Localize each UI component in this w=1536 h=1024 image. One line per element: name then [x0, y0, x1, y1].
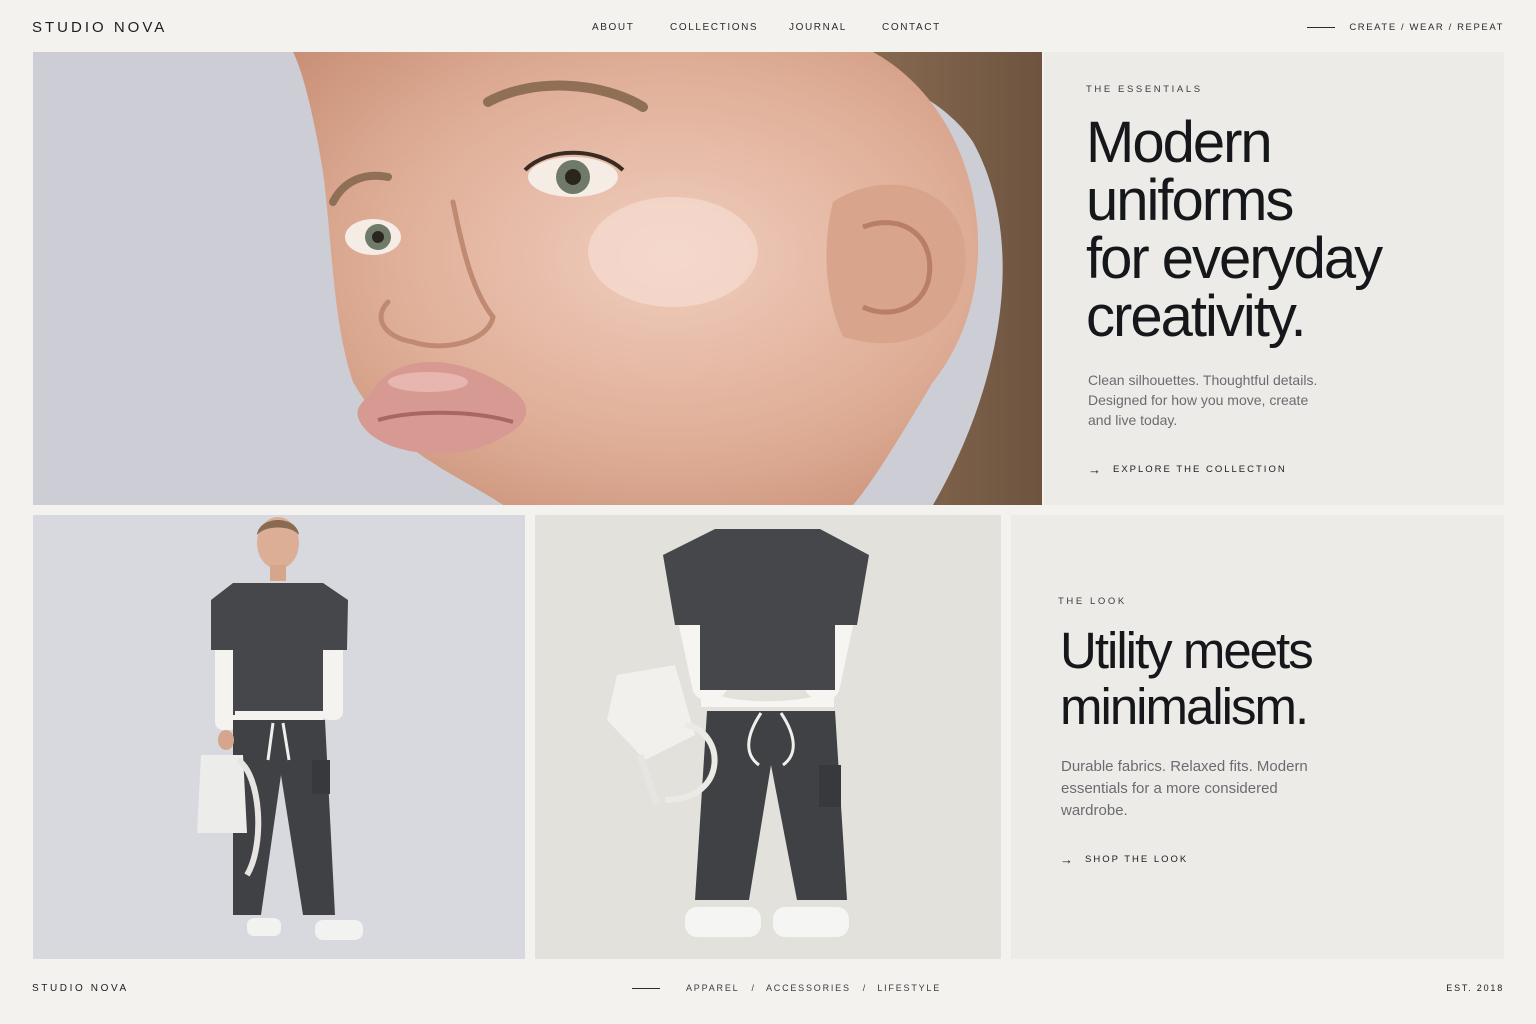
hero-headline-line: for everyday	[1086, 226, 1383, 291]
look-body-line: Durable fabrics. Relaxed fits. Modern	[1061, 758, 1308, 775]
hero-headline-line: uniforms	[1086, 168, 1294, 233]
footer-link-accessories[interactable]: ACCESSORIES	[766, 983, 851, 993]
shop-the-look-link[interactable]: → SHOP THE LOOK	[1060, 853, 1188, 866]
look-eyebrow: THE LOOK	[1058, 596, 1127, 607]
hero-eyebrow: THE ESSENTIALS	[1086, 84, 1203, 95]
nav-collections[interactable]: COLLECTIONS	[670, 22, 758, 33]
model-illustration	[33, 515, 525, 959]
portrait-illustration	[33, 52, 1042, 505]
flat-lay-illustration	[535, 515, 1001, 959]
look-body: Durable fabrics. Relaxed fits. Modern es…	[1061, 756, 1308, 822]
look-headline-line: minimalism.	[1060, 678, 1309, 735]
nav-about[interactable]: ABOUT	[592, 22, 634, 33]
flat-lay-outfit-image	[535, 515, 1001, 959]
hero-headline-line: Modern	[1086, 110, 1273, 175]
footer-link-apparel[interactable]: APPAREL	[686, 983, 739, 993]
footer-rule	[632, 987, 660, 989]
hero-headline: Modern uniforms for everyday creativity.	[1086, 110, 1383, 349]
footer-links: APPAREL / ACCESSORIES / LIFESTYLE	[632, 983, 941, 993]
explore-collection-label: EXPLORE THE COLLECTION	[1113, 464, 1287, 475]
look-headline: Utility meets minimalism.	[1060, 622, 1314, 735]
footer-separator: /	[751, 983, 754, 993]
tagline-rule	[1307, 27, 1336, 28]
look-body-line: essentials for a more considered	[1061, 780, 1278, 797]
footer-separator: /	[862, 983, 866, 993]
hero-portrait-image	[33, 52, 1042, 505]
model-full-body-image	[33, 515, 525, 959]
look-body-line: wardrobe.	[1061, 802, 1128, 819]
look-headline-line: Utility meets	[1060, 622, 1314, 679]
hero-body-line: Clean silhouettes. Thoughtful details.	[1088, 372, 1318, 388]
explore-collection-link[interactable]: → EXPLORE THE COLLECTION	[1088, 463, 1287, 476]
arrow-right-icon: →	[1088, 462, 1101, 477]
look-text-panel: THE LOOK Utility meets minimalism. Durab…	[1011, 515, 1504, 959]
hero-body: Clean silhouettes. Thoughtful details. D…	[1088, 370, 1317, 430]
header-tagline: CREATE / WEAR / REPEAT	[1307, 22, 1504, 33]
hero-body-line: and live today.	[1088, 412, 1178, 428]
hero-body-line: Designed for how you move, create	[1088, 392, 1309, 408]
nav-journal[interactable]: JOURNAL	[789, 22, 847, 33]
arrow-right-icon: →	[1060, 852, 1073, 867]
hero-headline-line: creativity.	[1086, 284, 1307, 349]
footer-established: EST. 2018	[1446, 983, 1504, 993]
nav-contact[interactable]: CONTACT	[882, 22, 941, 33]
footer-brand[interactable]: STUDIO NOVA	[32, 983, 129, 994]
footer-link-lifestyle[interactable]: LIFESTYLE	[877, 983, 941, 993]
hero-text-panel: THE ESSENTIALS Modern uniforms for every…	[1044, 52, 1504, 505]
shop-the-look-label: SHOP THE LOOK	[1085, 854, 1189, 865]
tagline-text: CREATE / WEAR / REPEAT	[1349, 22, 1504, 33]
main-nav: ABOUT COLLECTIONS JOURNAL CONTACT	[0, 22, 1536, 36]
page: STUDIO NOVA ABOUT COLLECTIONS JOURNAL CO…	[0, 0, 1536, 1024]
